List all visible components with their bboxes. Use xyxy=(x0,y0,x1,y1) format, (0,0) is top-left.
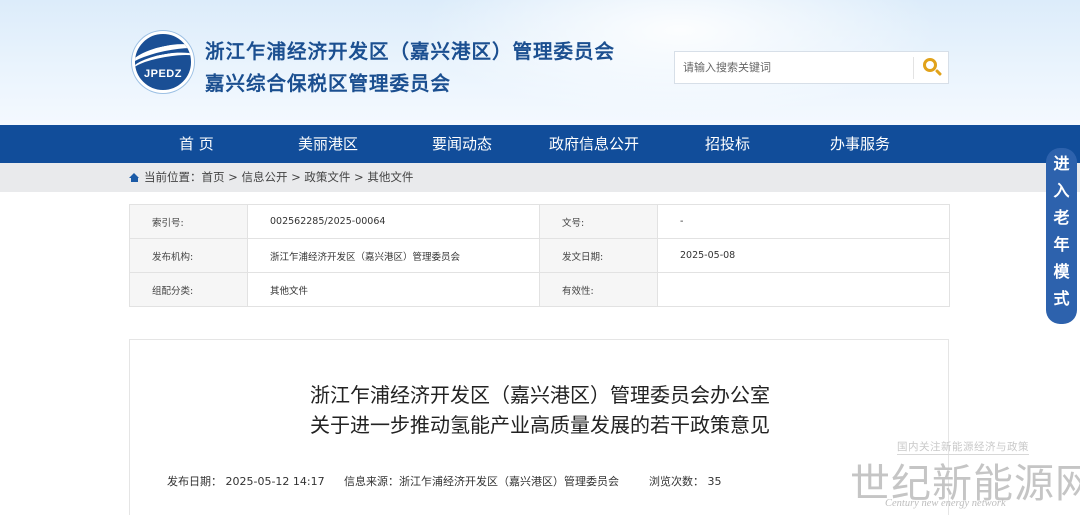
article-panel: 浙江乍浦经济开发区（嘉兴港区）管理委员会办公室 关于进一步推动氢能产业高质量发展… xyxy=(129,339,949,515)
table-row: 发布机构: 浙江乍浦经济开发区（嘉兴港区）管理委员会 发文日期: 2025-05… xyxy=(129,238,950,273)
breadcrumb-separator: > xyxy=(224,170,242,184)
category-value: 其他文件 xyxy=(247,272,540,307)
breadcrumb-home[interactable]: 首页 xyxy=(202,170,225,184)
search-button[interactable] xyxy=(914,52,949,83)
site-logo[interactable]: JPEDZ xyxy=(132,31,194,93)
doc-no-label: 文号: xyxy=(539,204,658,239)
nav-item-services[interactable]: 办事服务 xyxy=(830,125,890,163)
nav-item-gov-info[interactable]: 政府信息公开 xyxy=(549,125,639,163)
main-nav: 首 页 美丽港区 要闻动态 政府信息公开 招投标 办事服务 xyxy=(0,125,1080,163)
nav-item-home[interactable]: 首 页 xyxy=(179,125,214,163)
doc-no-value: - xyxy=(657,204,950,239)
breadcrumb-separator: > xyxy=(287,170,305,184)
breadcrumb-other-docs[interactable]: 其他文件 xyxy=(367,170,413,184)
elder-mode-char: 式 xyxy=(1053,289,1070,308)
breadcrumb-trail: 当前位置：首页 > 信息公开 > 政策文件 > 其他文件 xyxy=(144,163,413,192)
publish-date: 发布日期： 2025-05-12 14:17 xyxy=(167,475,325,488)
nav-item-bidding[interactable]: 招投标 xyxy=(705,125,750,163)
elder-mode-char: 年 xyxy=(1053,235,1070,254)
search-box xyxy=(674,51,949,84)
category-label: 组配分类: xyxy=(129,272,248,307)
elder-mode-char: 进 xyxy=(1053,154,1070,173)
index-no-label: 索引号: xyxy=(129,204,248,239)
site-title-secondary: 嘉兴综合保税区管理委员会 xyxy=(205,72,452,95)
table-row: 索引号: 002562285/2025-00064 文号: - xyxy=(129,204,950,239)
breadcrumb-separator: > xyxy=(350,170,368,184)
table-row: 组配分类: 其他文件 有效性: xyxy=(129,272,950,307)
validity-label: 有效性: xyxy=(539,272,658,307)
elder-mode-char: 入 xyxy=(1053,181,1070,200)
issue-date-value: 2025-05-08 xyxy=(657,238,950,273)
nav-item-port[interactable]: 美丽港区 xyxy=(298,125,358,163)
document-meta-table: 索引号: 002562285/2025-00064 文号: - 发布机构: 浙江… xyxy=(129,204,950,307)
search-icon-handle xyxy=(934,68,943,77)
breadcrumb-info-public[interactable]: 信息公开 xyxy=(241,170,287,184)
elder-mode-char: 老 xyxy=(1053,208,1070,227)
site-header: JPEDZ 浙江乍浦经济开发区（嘉兴港区）管理委员会 嘉兴综合保税区管理委员会 xyxy=(0,0,1080,125)
issue-date-label: 发文日期: xyxy=(539,238,658,273)
publisher-label: 发布机构: xyxy=(129,238,248,273)
info-source: 信息来源：浙江乍浦经济开发区（嘉兴港区）管理委员会 xyxy=(344,475,619,488)
breadcrumb-prefix: 当前位置： xyxy=(144,170,202,184)
validity-value xyxy=(657,272,950,307)
site-title-primary: 浙江乍浦经济开发区（嘉兴港区）管理委员会 xyxy=(205,40,616,63)
index-no-value: 002562285/2025-00064 xyxy=(247,204,540,239)
publisher-value: 浙江乍浦经济开发区（嘉兴港区）管理委员会 xyxy=(247,238,540,273)
view-count: 浏览次数： 35 xyxy=(649,475,722,488)
nav-item-news[interactable]: 要闻动态 xyxy=(432,125,492,163)
elder-mode-char: 模 xyxy=(1053,262,1070,281)
article-title-line2: 关于进一步推动氢能产业高质量发展的若干政策意见 xyxy=(310,413,770,437)
elder-mode-button[interactable]: 进 入 老 年 模 式 xyxy=(1046,148,1077,324)
breadcrumb: 当前位置：首页 > 信息公开 > 政策文件 > 其他文件 xyxy=(0,163,1080,192)
home-icon xyxy=(129,173,140,182)
article-title-line1: 浙江乍浦经济开发区（嘉兴港区）管理委员会办公室 xyxy=(310,383,770,407)
breadcrumb-policy-docs[interactable]: 政策文件 xyxy=(304,170,350,184)
search-input[interactable] xyxy=(675,52,913,83)
logo-text: JPEDZ xyxy=(144,68,182,80)
